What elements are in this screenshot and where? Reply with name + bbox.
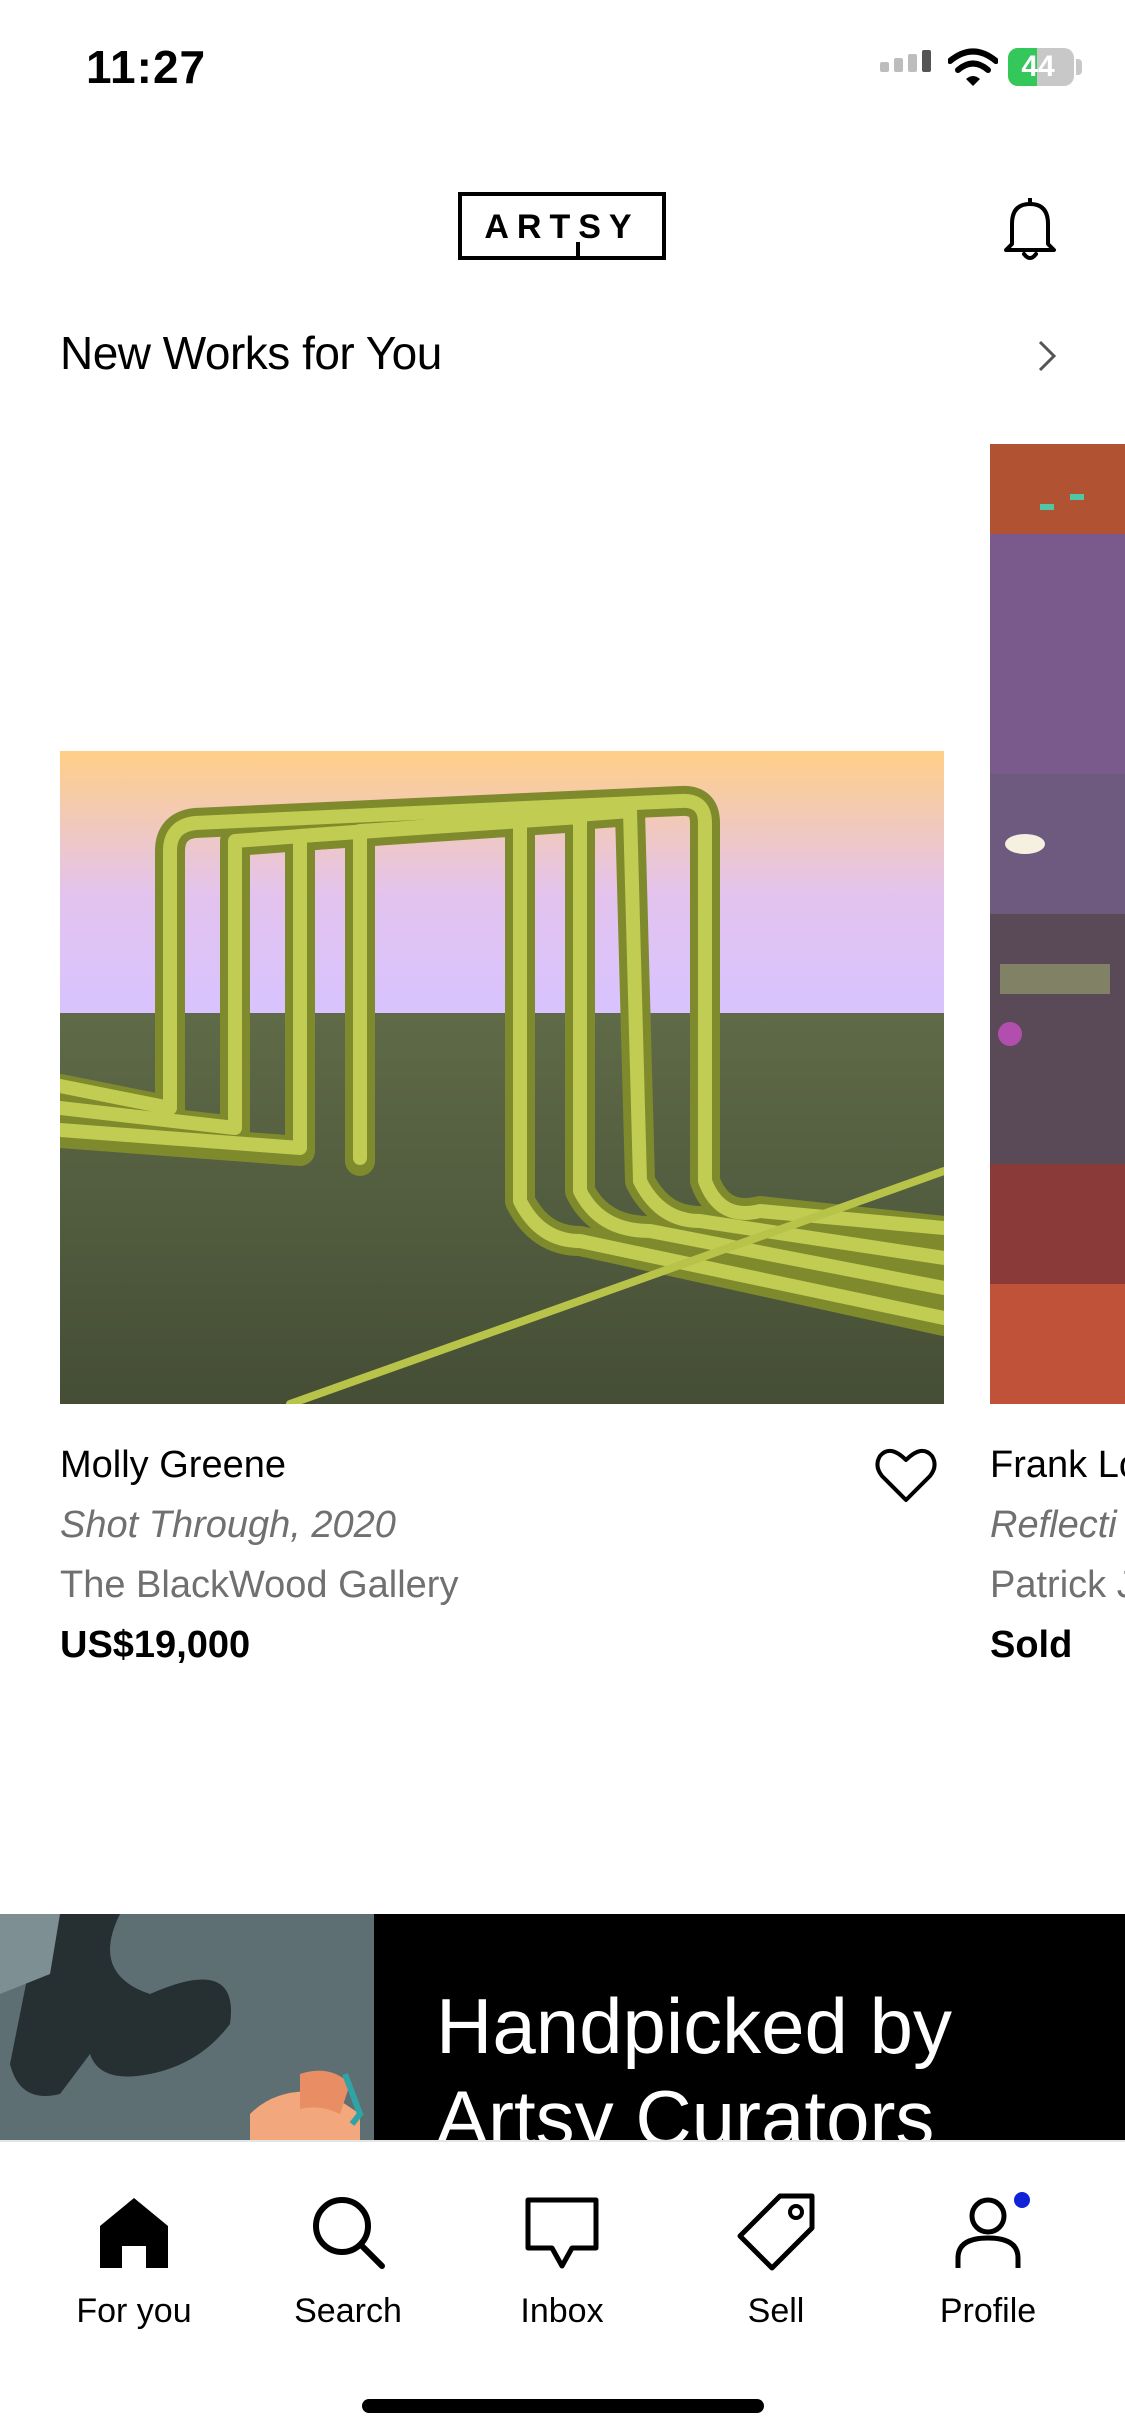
heart-icon[interactable]	[874, 1446, 938, 1504]
tab-for-you[interactable]: For you	[34, 2192, 234, 2352]
artist-name: Molly Greene	[60, 1444, 286, 1486]
price: US$19,000	[60, 1624, 251, 1666]
notifications-bell-icon[interactable]	[1000, 196, 1060, 262]
tab-bar: For you Search Inbox Sell Profile	[0, 2140, 1125, 2436]
tab-label: Profile	[939, 2292, 1037, 2330]
gallery-name: Patrick J	[990, 1564, 1125, 1606]
tag-icon	[737, 2193, 815, 2271]
artwork-title: Reflecti	[990, 1504, 1117, 1546]
gallery-name: The BlackWood Gallery	[60, 1564, 459, 1606]
promo-text: Handpicked by Artsy Curators	[436, 1980, 952, 2140]
logo-tick	[576, 242, 580, 256]
tab-search[interactable]: Search	[248, 2192, 448, 2352]
status-time: 11:27	[86, 41, 207, 93]
notification-dot	[1014, 2192, 1030, 2208]
artwork-image[interactable]	[60, 751, 944, 1404]
artsy-logo: ARTSY	[458, 192, 666, 260]
battery-level: 44	[1021, 50, 1055, 83]
search-icon	[313, 2197, 385, 2269]
promo-line-1: Handpicked by	[436, 1982, 952, 2070]
curators-promo-banner[interactable]: Handpicked by Artsy Curators	[0, 1914, 1125, 2140]
price: Sold	[990, 1624, 1073, 1666]
section-title: New Works for You	[60, 327, 442, 379]
tab-label: Search	[294, 2292, 402, 2330]
tab-label: For you	[76, 2292, 192, 2330]
home-icon	[100, 2198, 168, 2268]
tab-label: Inbox	[520, 2292, 604, 2330]
tab-sell[interactable]: Sell	[676, 2192, 876, 2352]
promo-artwork-image	[0, 1914, 374, 2140]
home-indicator	[362, 2399, 764, 2413]
logo-text: ARTSY	[484, 208, 640, 246]
tab-profile[interactable]: Profile	[888, 2192, 1088, 2352]
artist-name: Frank Lo	[990, 1444, 1125, 1486]
tab-label: Sell	[747, 2292, 805, 2330]
artwork-image[interactable]	[990, 444, 1125, 1404]
battery-icon: 44	[1008, 48, 1074, 86]
chevron-right-icon[interactable]	[1032, 336, 1062, 376]
inbox-icon	[525, 2197, 599, 2269]
promo-line-2: Artsy Curators	[436, 2074, 935, 2140]
wifi-icon	[948, 48, 998, 86]
battery-cap	[1076, 59, 1082, 75]
status-bar: 11:27 44	[0, 0, 1125, 140]
artwork-title: Shot Through, 2020	[60, 1504, 396, 1546]
tab-inbox[interactable]: Inbox	[462, 2192, 662, 2352]
